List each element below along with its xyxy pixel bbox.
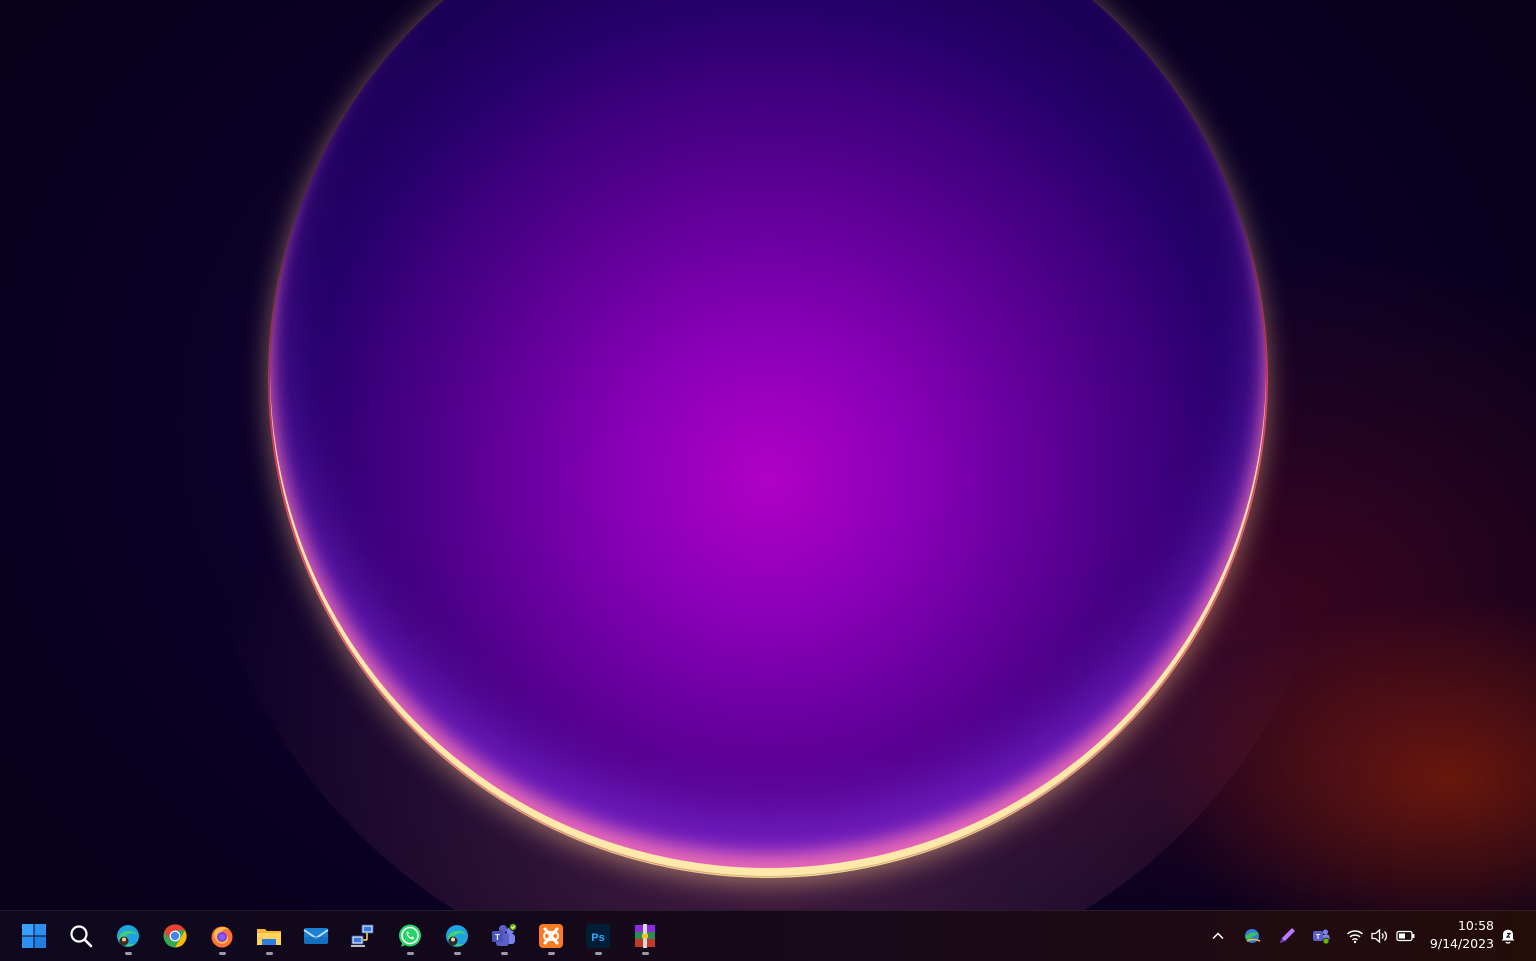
tray-clock[interactable]: 10:58 9/14/2023: [1418, 917, 1494, 955]
pen-icon: [1280, 928, 1295, 943]
show-hidden-icons-button[interactable]: [1205, 923, 1231, 949]
tray-teams[interactable]: T: [1308, 923, 1334, 949]
taskbar-edge-profile-2[interactable]: [437, 915, 477, 957]
search-icon: [70, 925, 93, 948]
running-indicator: [407, 952, 414, 955]
tray-pen[interactable]: [1274, 923, 1300, 949]
taskbar-chrome[interactable]: [155, 915, 195, 957]
volume-icon: [1371, 928, 1388, 944]
taskbar-teams[interactable]: T: [484, 915, 524, 957]
svg-text:Ps: Ps: [591, 932, 604, 944]
taskbar-edge-profile[interactable]: [108, 915, 148, 957]
taskbar: T Ps T 10:58 9/14/2023: [0, 910, 1536, 961]
teams-icon: T: [1313, 929, 1330, 945]
clock-time: 10:58: [1457, 918, 1494, 933]
teams-icon: T: [492, 923, 517, 946]
taskbar-winrar[interactable]: [625, 915, 665, 957]
edge-icon: [117, 925, 139, 947]
running-indicator: [125, 952, 132, 955]
mail-icon: [303, 928, 329, 944]
taskbar-network-tool[interactable]: [343, 915, 383, 957]
taskbar-firefox[interactable]: [202, 915, 242, 957]
battery-icon: [1396, 930, 1415, 942]
xampp-icon: [539, 924, 563, 948]
taskbar-whatsapp[interactable]: [390, 915, 430, 957]
running-indicator: [454, 952, 461, 955]
winrar-icon: [635, 924, 655, 948]
notification-icon: [1501, 929, 1515, 944]
running-indicator: [595, 952, 602, 955]
tray-battery[interactable]: [1393, 923, 1419, 949]
taskbar-xampp[interactable]: [531, 915, 571, 957]
tray-google-earth[interactable]: [1239, 923, 1265, 949]
google-earth-icon: [1245, 929, 1261, 943]
running-indicator: [501, 952, 508, 955]
edge-icon: [446, 925, 468, 947]
svg-text:T: T: [495, 933, 500, 942]
taskbar-file-explorer[interactable]: [249, 915, 289, 957]
taskbar-photoshop[interactable]: Ps: [578, 915, 618, 957]
chrome-icon: [163, 924, 187, 948]
photoshop-icon: Ps: [586, 924, 610, 948]
firefox-icon: [211, 926, 233, 948]
running-indicator: [642, 952, 649, 955]
chevron-up-icon: [1212, 932, 1224, 940]
svg-text:T: T: [1316, 934, 1321, 941]
tray-wifi[interactable]: [1342, 923, 1368, 949]
running-indicator: [548, 952, 555, 955]
running-indicator: [219, 952, 226, 955]
network-computers-icon: [351, 924, 374, 947]
folder-icon: [257, 929, 281, 945]
desktop-wallpaper: [0, 0, 1536, 910]
start-button[interactable]: [14, 915, 54, 957]
clock-date: 9/14/2023: [1429, 936, 1494, 951]
search-button[interactable]: [61, 915, 101, 957]
whatsapp-icon: [399, 924, 421, 947]
wifi-icon: [1347, 930, 1363, 944]
running-indicator: [266, 952, 273, 955]
taskbar-mail[interactable]: [296, 915, 336, 957]
notification-center-button[interactable]: [1495, 923, 1521, 949]
tray-volume[interactable]: [1367, 923, 1393, 949]
windows-logo-icon: [22, 924, 46, 948]
